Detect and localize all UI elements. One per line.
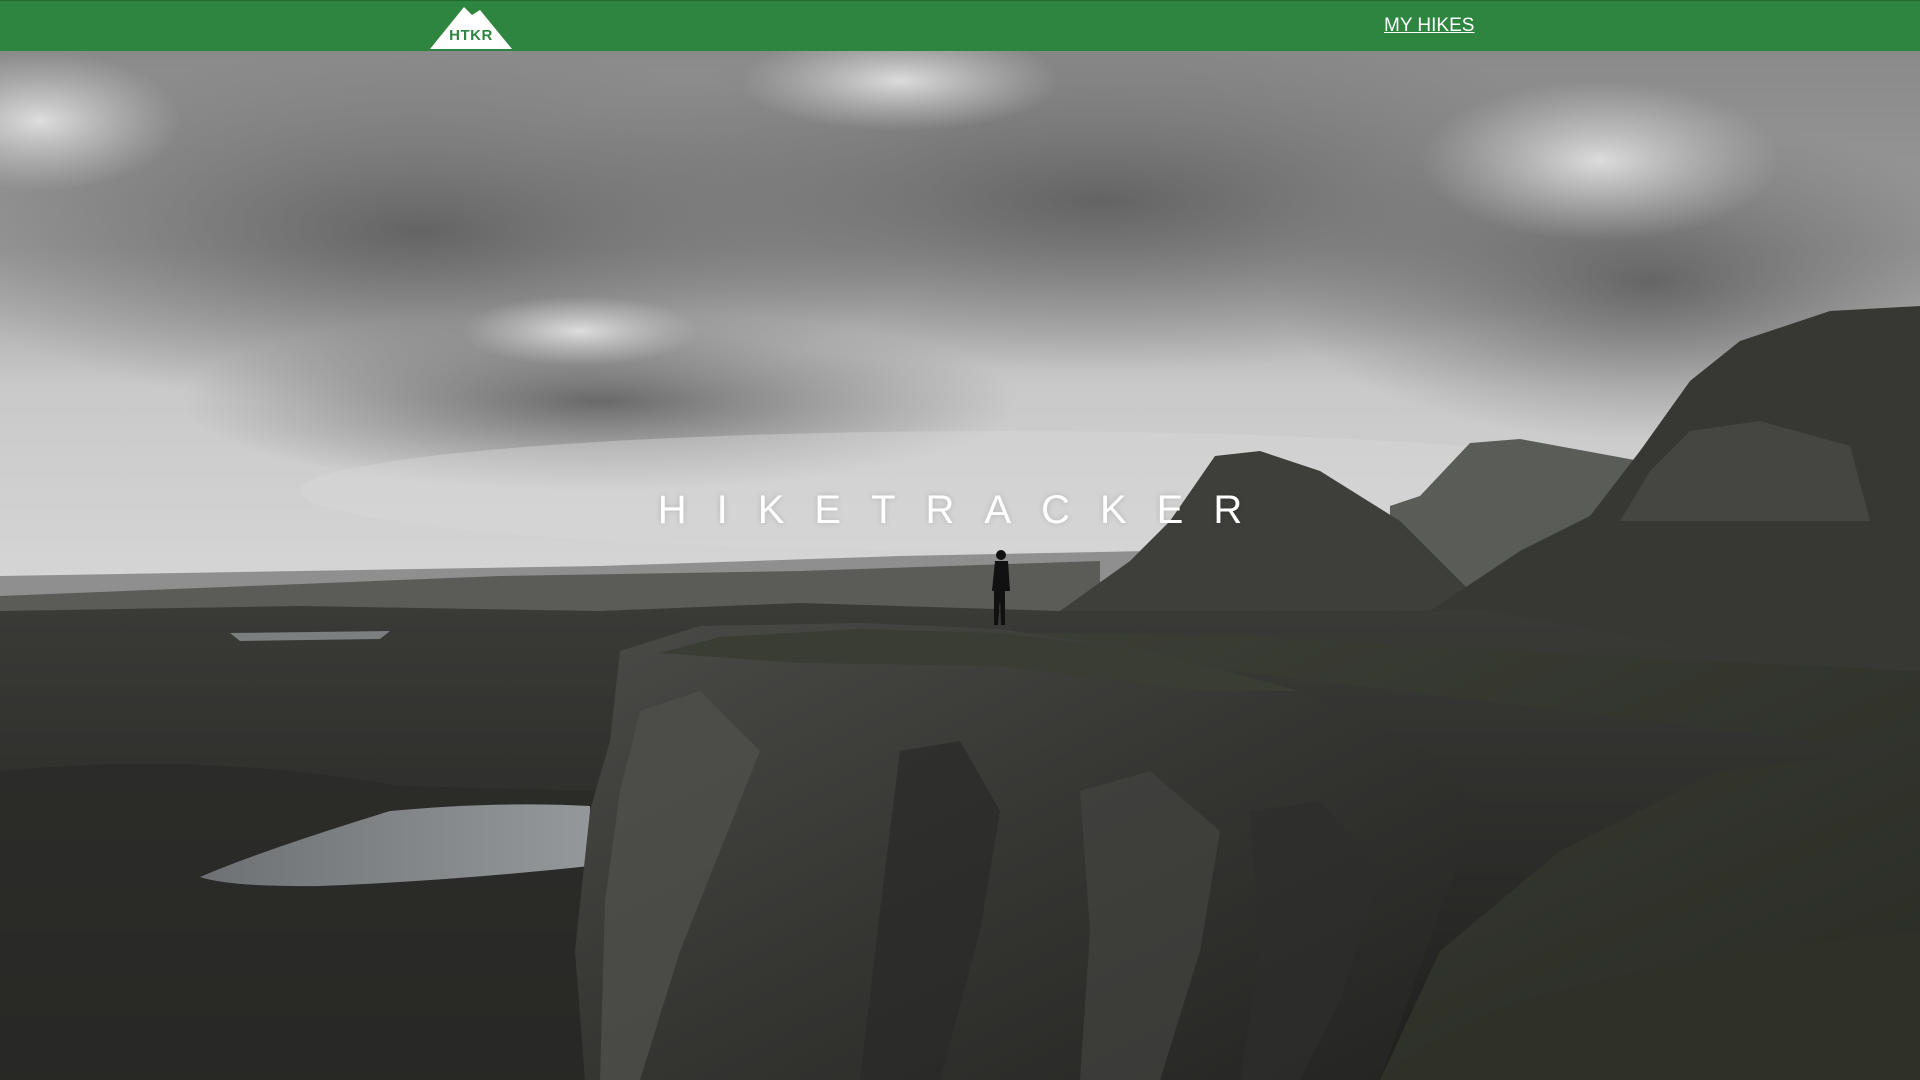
hero-landscape-image xyxy=(0,51,1920,1080)
hero-section: HIKETRACKER xyxy=(0,51,1920,1080)
hero-title: HIKETRACKER xyxy=(657,488,1273,532)
home-logo-link[interactable]: HTKR xyxy=(430,7,512,49)
nav-link-my-hikes[interactable]: MY HIKES xyxy=(1384,15,1474,37)
top-navbar: HTKR MY HIKES xyxy=(0,0,1920,51)
logo-text: HTKR xyxy=(449,27,493,44)
